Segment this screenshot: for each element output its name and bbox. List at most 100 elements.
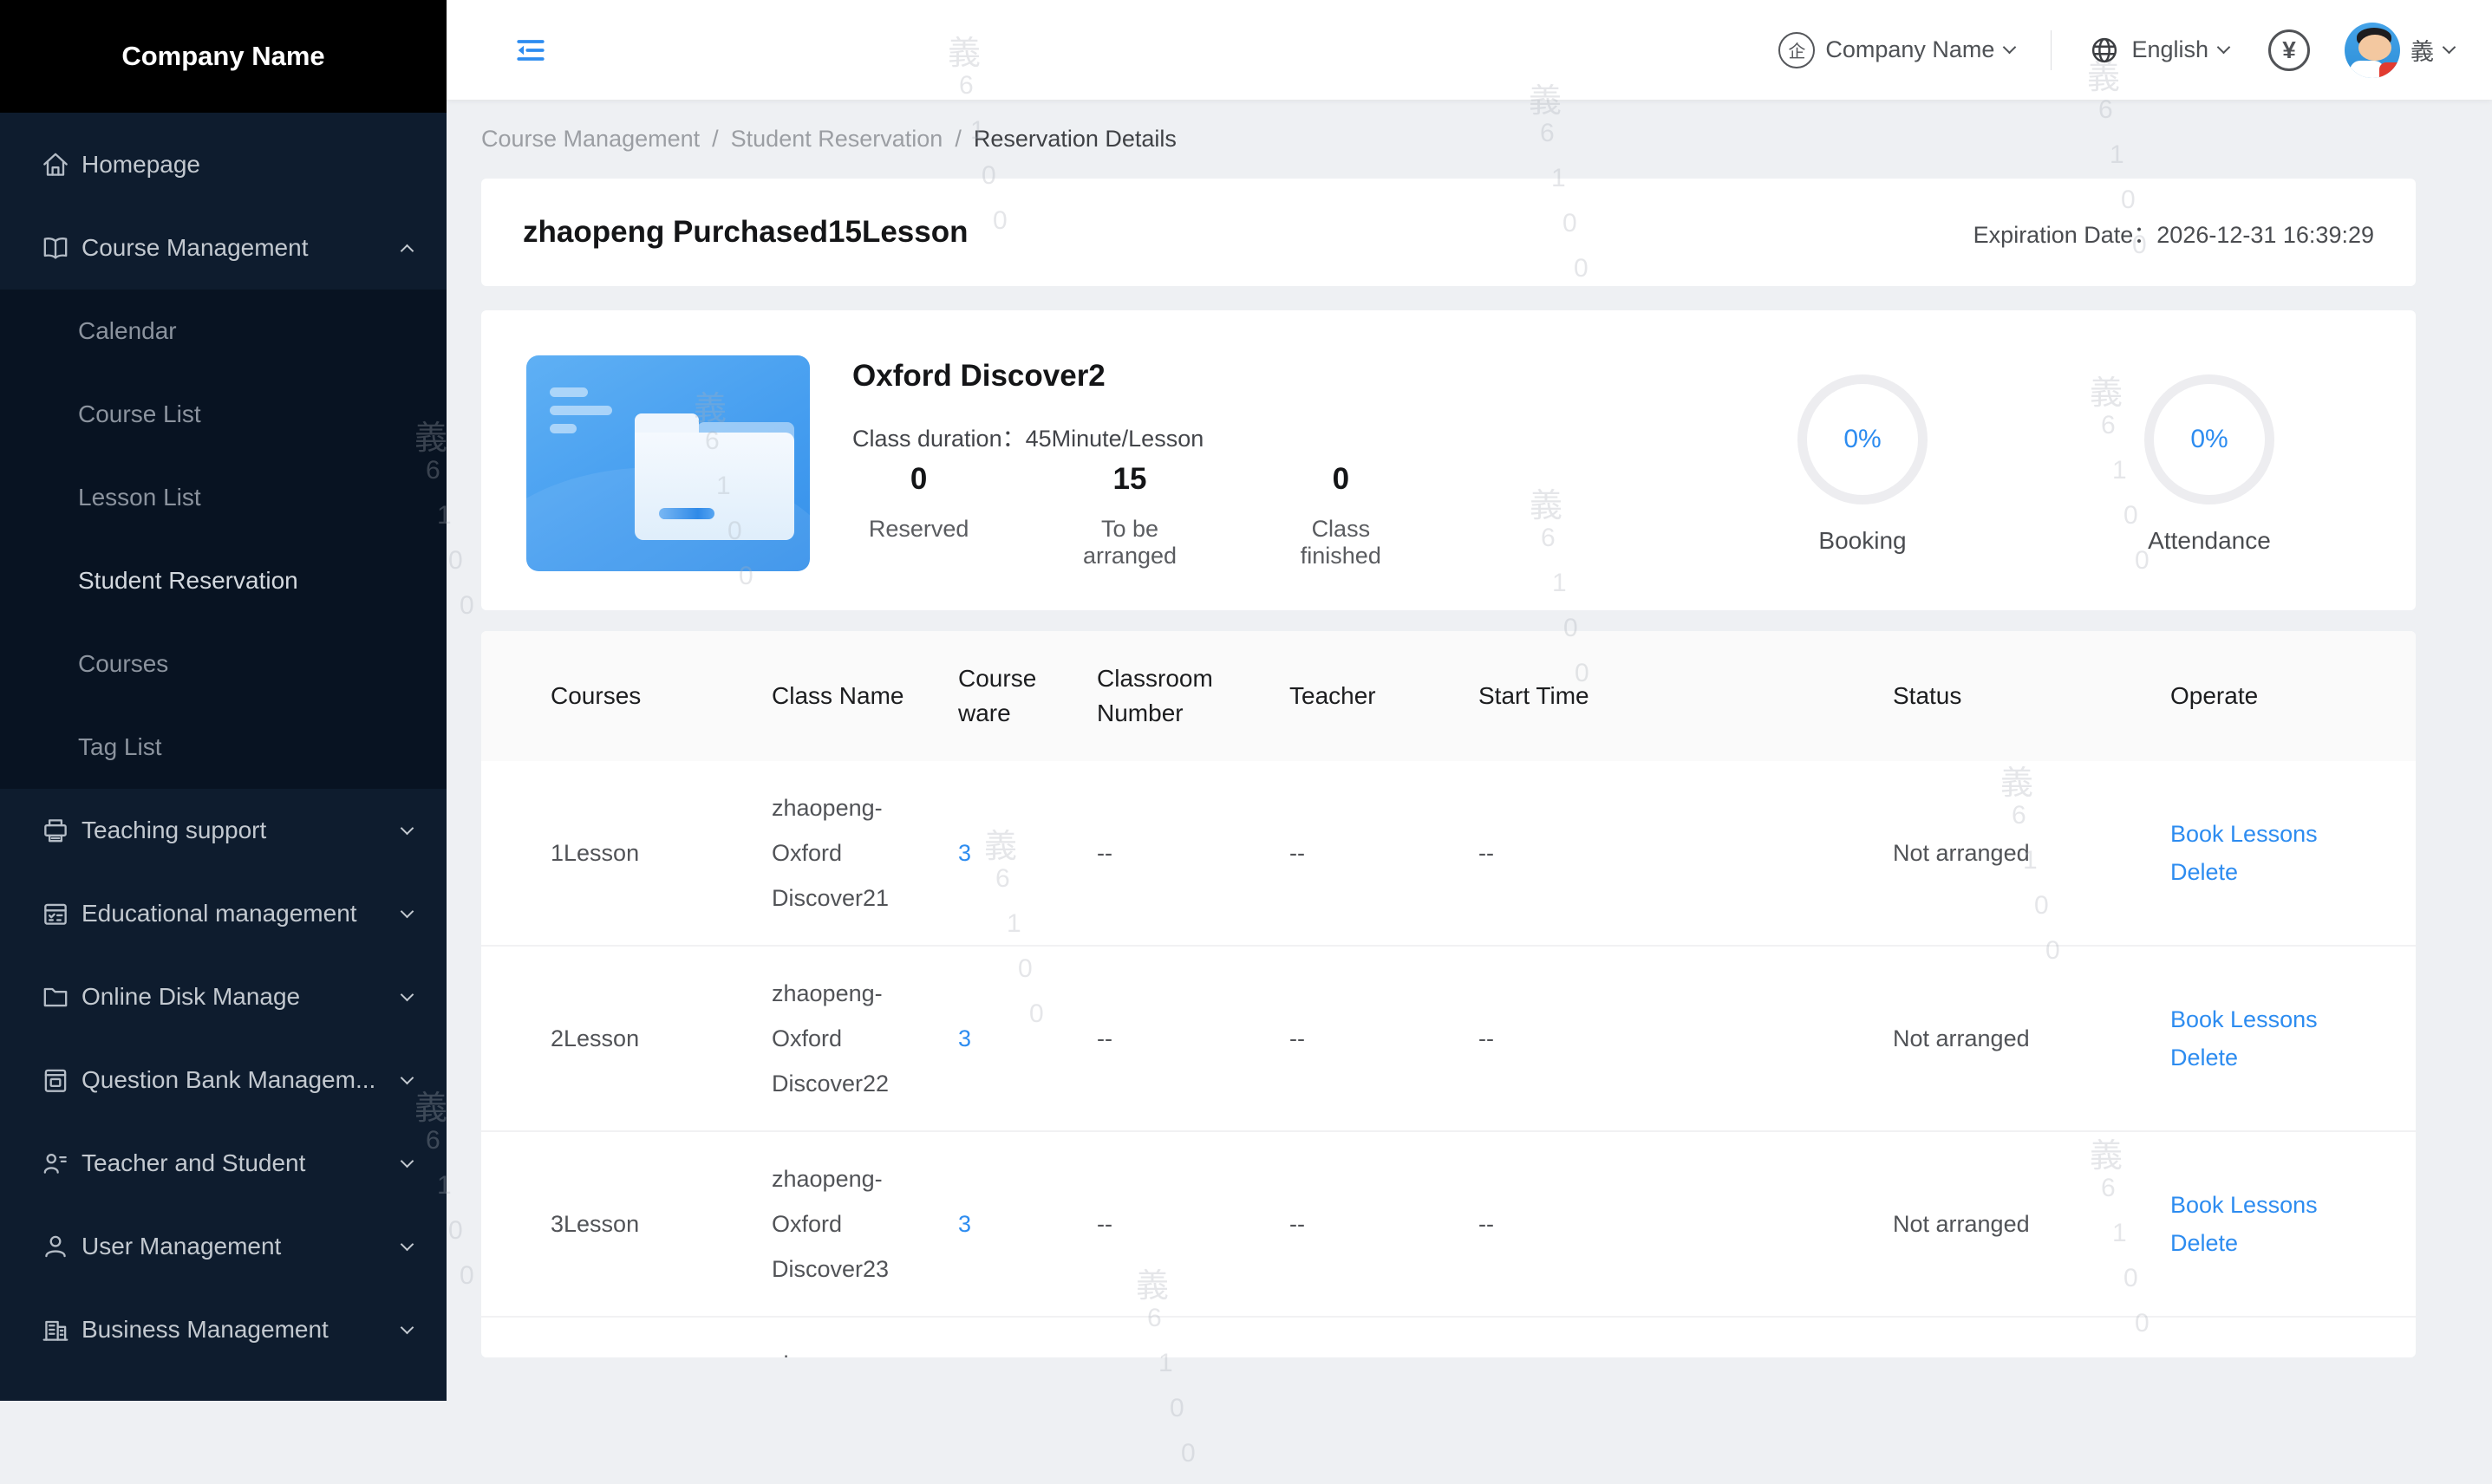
stat-class-finished: 0 Class finished (1275, 462, 1407, 570)
language-label: English (2131, 36, 2208, 63)
course-cover-image (526, 355, 810, 571)
breadcrumb-item-student-reservation[interactable]: Student Reservation (731, 126, 943, 153)
sidebar-item-label: Teacher and Student (80, 1149, 402, 1177)
user-menu[interactable]: 義 (2345, 23, 2454, 78)
delete-link[interactable]: Delete (2170, 1038, 2407, 1077)
cell-courses: 3Lesson (481, 1131, 772, 1317)
cell-teacher: -- (1289, 1317, 1478, 1357)
course-name: Oxford Discover2 (852, 359, 1407, 394)
sidebar-item-label: Educational management (80, 900, 402, 928)
chevron-down-icon (2443, 41, 2456, 55)
breadcrumb-separator: / (712, 126, 719, 153)
sidebar-subitem-courses[interactable]: Courses (0, 622, 447, 706)
sidebar-subitem-lesson-list[interactable]: Lesson List (0, 456, 447, 539)
cell-course-ware: 3 (958, 761, 1097, 946)
sidebar-item-educational-management[interactable]: Educational management (0, 872, 447, 955)
cell-classroom-number: -- (1097, 946, 1289, 1131)
chevron-down-icon (401, 821, 414, 835)
table-row-1lesson: 1Lessonzhaopeng-Oxford Discover213------… (481, 761, 2416, 946)
cell-course-ware: 3 (958, 1317, 1097, 1357)
sidebar-item-business-management[interactable]: Business Management (0, 1288, 447, 1371)
delete-link[interactable]: Delete (2170, 853, 2407, 891)
stat-label: Reserved (852, 516, 985, 543)
course-ware-link[interactable]: 3 (958, 840, 971, 866)
cell-course-ware: 3 (958, 1131, 1097, 1317)
divider (2051, 30, 2052, 70)
sidebar-item-teacher-and-student[interactable]: Teacher and Student (0, 1122, 447, 1205)
submenu-course-management: CalendarCourse ListLesson ListStudent Re… (0, 290, 447, 789)
progress-ring-booking: 0%Booking (1797, 374, 1928, 610)
cell-status: Not arranged (1893, 946, 2170, 1131)
stat-value: 0 (1275, 462, 1407, 497)
col-courses: Courses (481, 631, 772, 761)
folder-icon (635, 413, 794, 540)
sidebar-subitem-tag-list[interactable]: Tag List (0, 706, 447, 789)
table-header: CoursesClass NameCourse wareClassroom Nu… (481, 631, 2416, 761)
breadcrumb-item-course-management[interactable]: Course Management (481, 126, 700, 153)
breadcrumb-separator: / (955, 126, 962, 153)
table-body: 1Lessonzhaopeng-Oxford Discover213------… (481, 761, 2416, 1357)
chevron-down-icon (401, 1154, 414, 1168)
company-logo: Company Name (0, 0, 447, 113)
chevron-down-icon (2217, 41, 2231, 55)
app: Company Name Homepage Course Management Ca… (0, 0, 2492, 1401)
col-class-name: Class Name (772, 631, 958, 761)
lessons-table-card: CoursesClass NameCourse wareClassroom Nu… (481, 631, 2416, 1357)
company-switcher[interactable]: 企 Company Name (1778, 32, 2014, 68)
ring-circle: 0% (2144, 374, 2274, 504)
cell-class-name: zhaopeng-Oxford Discover23 (772, 1131, 958, 1317)
sidebar-item-course-management[interactable]: Course Management (0, 206, 447, 290)
course-ware-link[interactable]: 3 (958, 1025, 971, 1051)
sidebar-item-teaching-support[interactable]: Teaching support (0, 789, 447, 872)
chevron-down-icon (2003, 41, 2017, 55)
cell-courses: 4Lesson (481, 1317, 772, 1357)
course-info-card: Oxford Discover2 Class duration：45Minute… (481, 310, 2416, 610)
avatar (2345, 23, 2400, 78)
cell-courses: 2Lesson (481, 946, 772, 1131)
book-lessons-link[interactable]: Book Lessons (2170, 1000, 2407, 1038)
stat-label: Class finished (1275, 516, 1407, 570)
book-lessons-link[interactable]: Book Lessons (2170, 1186, 2407, 1224)
company-switcher-label: Company Name (1825, 36, 1994, 63)
course-ware-link[interactable]: 3 (958, 1211, 971, 1237)
delete-link[interactable]: Delete (2170, 1224, 2407, 1262)
main-area: 企 Company Name English ¥ (447, 0, 2492, 1401)
sidebar-item-label: Business Management (80, 1316, 402, 1344)
ring-label: Attendance (2148, 527, 2271, 555)
sidebar-item-label: Homepage (80, 151, 412, 179)
folder-icon (40, 981, 71, 1012)
cell-status: Not arranged (1893, 1317, 2170, 1357)
home-icon (40, 149, 71, 180)
chevron-down-icon (401, 1071, 414, 1084)
sidebar-menu: Homepage Course Management CalendarCourse … (0, 113, 447, 1371)
expiration-date: Expiration Date：2026-12-31 16:39:29 (1973, 216, 2374, 250)
cell-teacher: -- (1289, 1131, 1478, 1317)
sidebar-item-label: Online Disk Manage (80, 983, 402, 1011)
cell-class-name: zhaopeng-Oxford Discover24 (772, 1317, 958, 1357)
expiration-value: 2026-12-31 16:39:29 (2156, 222, 2374, 248)
sidebar-item-online-disk-manage[interactable]: Online Disk Manage (0, 955, 447, 1038)
cell-classroom-number: -- (1097, 1317, 1289, 1357)
sidebar-item-label: Course Management (80, 234, 402, 262)
printer-icon (40, 815, 71, 846)
sidebar-item-user-management[interactable]: User Management (0, 1205, 447, 1288)
ring-circle: 0% (1797, 374, 1928, 504)
sidebar-subitem-calendar[interactable]: Calendar (0, 290, 447, 373)
col-course-ware: Course ware (958, 631, 1097, 761)
cell-class-name: zhaopeng-Oxford Discover22 (772, 946, 958, 1131)
cell-class-name: zhaopeng-Oxford Discover21 (772, 761, 958, 946)
col-teacher: Teacher (1289, 631, 1478, 761)
sidebar-collapse-icon[interactable] (514, 34, 547, 67)
sidebar-item-label: Question Bank Managem... (80, 1066, 402, 1094)
ring-value: 0% (2190, 425, 2228, 454)
cell-start-time: -- (1478, 946, 1893, 1131)
cell-courses: 1Lesson (481, 761, 772, 946)
sidebar-item-homepage[interactable]: Homepage (0, 123, 447, 206)
col-operate: Operate (2170, 631, 2416, 761)
sidebar-subitem-student-reservation[interactable]: Student Reservation (0, 539, 447, 622)
currency-icon[interactable]: ¥ (2268, 29, 2310, 71)
book-lessons-link[interactable]: Book Lessons (2170, 815, 2407, 853)
sidebar-subitem-course-list[interactable]: Course List (0, 373, 447, 456)
sidebar-item-question-bank-managem[interactable]: Question Bank Managem... (0, 1038, 447, 1122)
language-switcher[interactable]: English (2088, 34, 2228, 67)
